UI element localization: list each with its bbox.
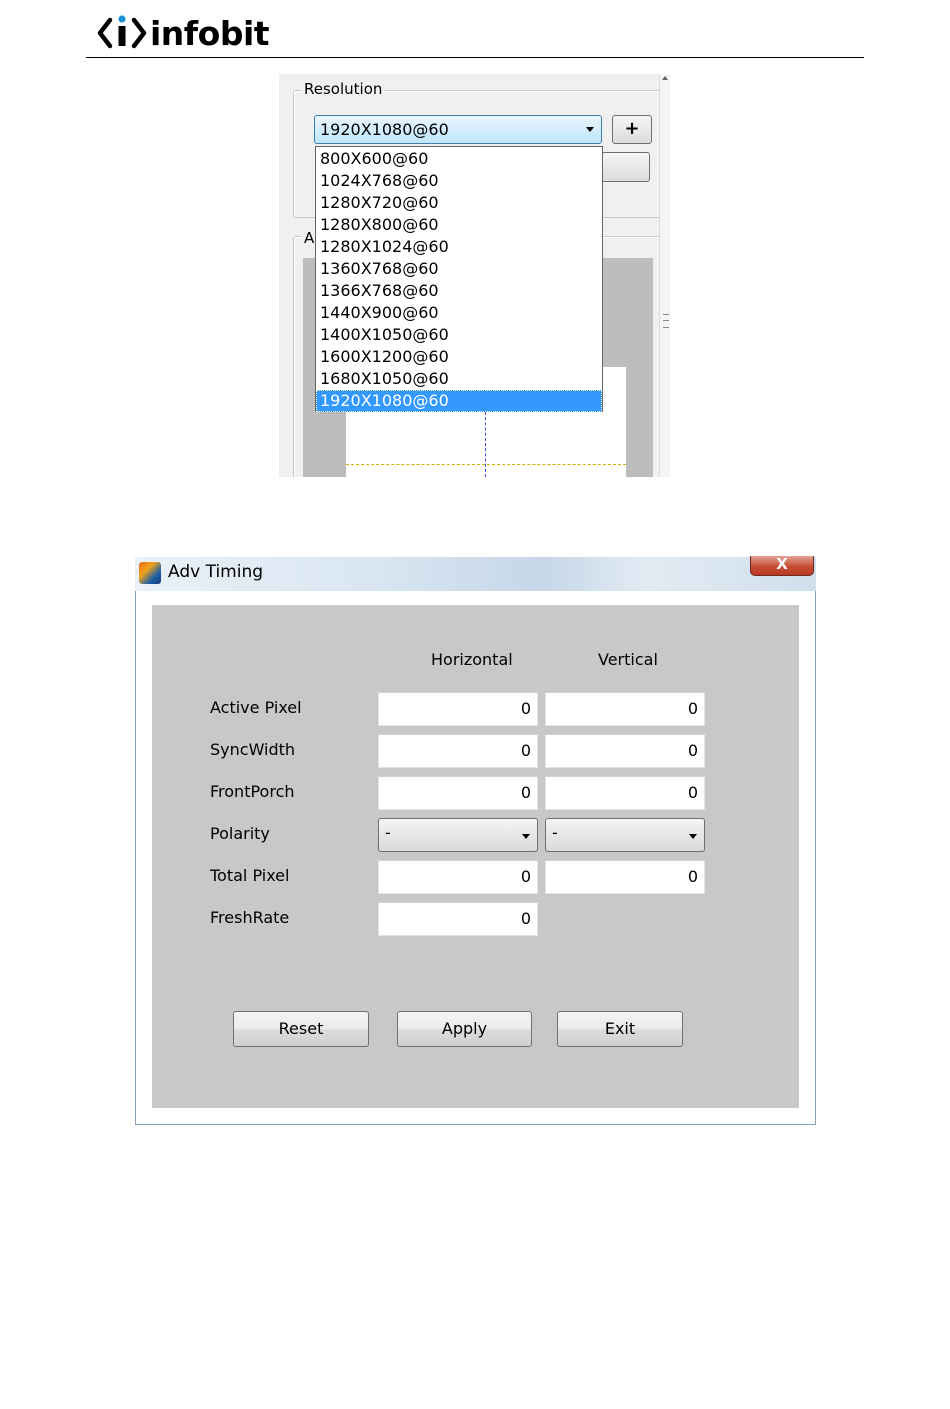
sync-width-label: SyncWidth [210,740,296,759]
polarity-h-value: - [385,823,391,842]
resolution-panel: Resolution A 1920X1080@60 + 800X600@60 1… [279,74,670,477]
polarity-v-select[interactable]: - [545,818,705,852]
resolution-group-title: Resolution [301,80,386,98]
resolution-option[interactable]: 1680X1050@60 [316,368,602,390]
active-pixel-v-input[interactable]: 0 [545,692,705,726]
front-porch-v-input[interactable]: 0 [545,776,705,810]
sync-width-h-input[interactable]: 0 [378,734,538,768]
fresh-rate-input[interactable]: 0 [378,902,538,936]
resolution-option[interactable]: 1366X768@60 [316,280,602,302]
window-title: Adv Timing [168,562,264,582]
resolution-option[interactable]: 1400X1050@60 [316,324,602,346]
resolution-option[interactable]: 1024X768@60 [316,170,602,192]
total-pixel-label: Total Pixel [210,866,290,885]
chevron-down-icon [586,127,594,132]
window-titlebar[interactable]: Adv Timing [135,557,816,591]
resolution-combobox-value: 1920X1080@60 [320,120,449,139]
chevron-down-icon [522,834,530,839]
polarity-v-value: - [552,823,558,842]
active-pixel-h-input[interactable]: 0 [378,692,538,726]
resolution-combobox[interactable]: 1920X1080@60 [314,115,602,144]
column-header-horizontal: Horizontal [431,650,513,669]
reset-button[interactable]: Reset [233,1011,369,1047]
column-header-vertical: Vertical [598,650,658,669]
close-button[interactable]: X [750,556,814,576]
resolution-option-selected[interactable]: 1920X1080@60 [316,390,602,412]
infobit-logo-icon [97,15,147,49]
secondary-button[interactable] [599,152,650,182]
resolution-option[interactable]: 1600X1200@60 [316,346,602,368]
header-divider [86,57,864,58]
adv-timing-window: Adv Timing X Horizontal Vertical Active … [135,556,816,1125]
polarity-h-select[interactable]: - [378,818,538,852]
logo-text: infobit [150,13,270,53]
resolution-option[interactable]: 1360X768@60 [316,258,602,280]
resolution-option[interactable]: 800X600@60 [316,148,602,170]
adv-timing-client-area: Horizontal Vertical Active Pixel 0 0 Syn… [152,605,799,1108]
app-icon [139,562,161,584]
front-porch-label: FrontPorch [210,782,295,801]
preview-guide-vertical [485,412,486,477]
total-pixel-v-input[interactable]: 0 [545,860,705,894]
exit-button[interactable]: Exit [557,1011,683,1047]
total-pixel-h-input[interactable]: 0 [378,860,538,894]
scroll-grip-icon[interactable] [663,314,669,328]
infobit-logo: infobit [96,12,270,54]
resolution-dropdown-list: 800X600@60 1024X768@60 1280X720@60 1280X… [315,146,603,412]
add-resolution-button[interactable]: + [612,115,652,144]
sync-width-v-input[interactable]: 0 [545,734,705,768]
preview-guide-horizontal [346,464,626,465]
resolution-option[interactable]: 1280X720@60 [316,192,602,214]
apply-button[interactable]: Apply [397,1011,532,1047]
resolution-option[interactable]: 1280X800@60 [316,214,602,236]
active-pixel-label: Active Pixel [210,698,302,717]
front-porch-h-input[interactable]: 0 [378,776,538,810]
resolution-option[interactable]: 1440X900@60 [316,302,602,324]
resolution-option[interactable]: 1280X1024@60 [316,236,602,258]
fresh-rate-label: FreshRate [210,908,290,927]
polarity-label: Polarity [210,824,270,843]
vertical-scrollbar[interactable] [659,74,670,477]
scroll-up-arrow-icon[interactable] [662,76,668,80]
chevron-down-icon [689,834,697,839]
